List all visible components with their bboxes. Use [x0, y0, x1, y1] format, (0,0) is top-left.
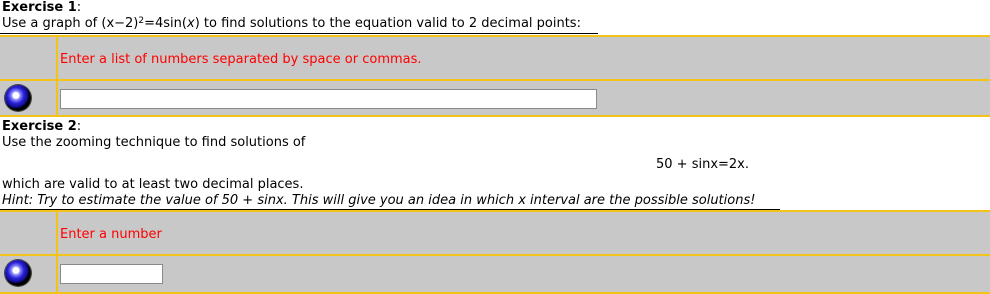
equation-exponent: 2: [138, 16, 145, 26]
exercise-1-title: Exercise 1: [2, 0, 77, 15]
radio-button-icon[interactable]: [5, 260, 31, 286]
exercise-1-instruction-panel: Enter a list of numbers separated by spa…: [0, 35, 990, 81]
panel-divider: [56, 212, 58, 254]
exercise-2-title: Exercise 2: [2, 119, 77, 134]
exercise-1-heading: Exercise 1:: [2, 0, 82, 15]
row-divider: [56, 81, 58, 115]
equation-left: (x−2): [101, 16, 139, 31]
exercise-2-hint: Hint: Try to estimate the value of 50 + …: [2, 193, 756, 208]
exercise-1-answer-input[interactable]: [60, 89, 597, 109]
exercise-2-equation: 50 + sinx=2x.: [656, 157, 750, 172]
exercise-1-prompt: Use a graph of (x−2)2=4sin(x) to find so…: [2, 16, 581, 31]
exercise-2-heading: Exercise 2:: [2, 119, 82, 134]
exercise-2-answer-row: [0, 256, 990, 294]
exercise-2-prompt: Use the zooming technique to find soluti…: [2, 135, 306, 150]
exercise-2-followup: which are valid to at least two decimal …: [2, 177, 304, 192]
exercise-2-instruction-panel: Enter a number: [0, 210, 990, 256]
exercise-1-instruction: Enter a list of numbers separated by spa…: [60, 52, 422, 67]
exercise-2-answer-input[interactable]: [60, 264, 163, 284]
row-divider: [56, 256, 58, 292]
exercise-1-underline: [0, 33, 598, 34]
radio-button-icon[interactable]: [5, 85, 31, 111]
exercise-2-instruction: Enter a number: [60, 227, 162, 242]
panel-divider: [56, 37, 58, 79]
exercise-1-answer-row: [0, 81, 990, 117]
